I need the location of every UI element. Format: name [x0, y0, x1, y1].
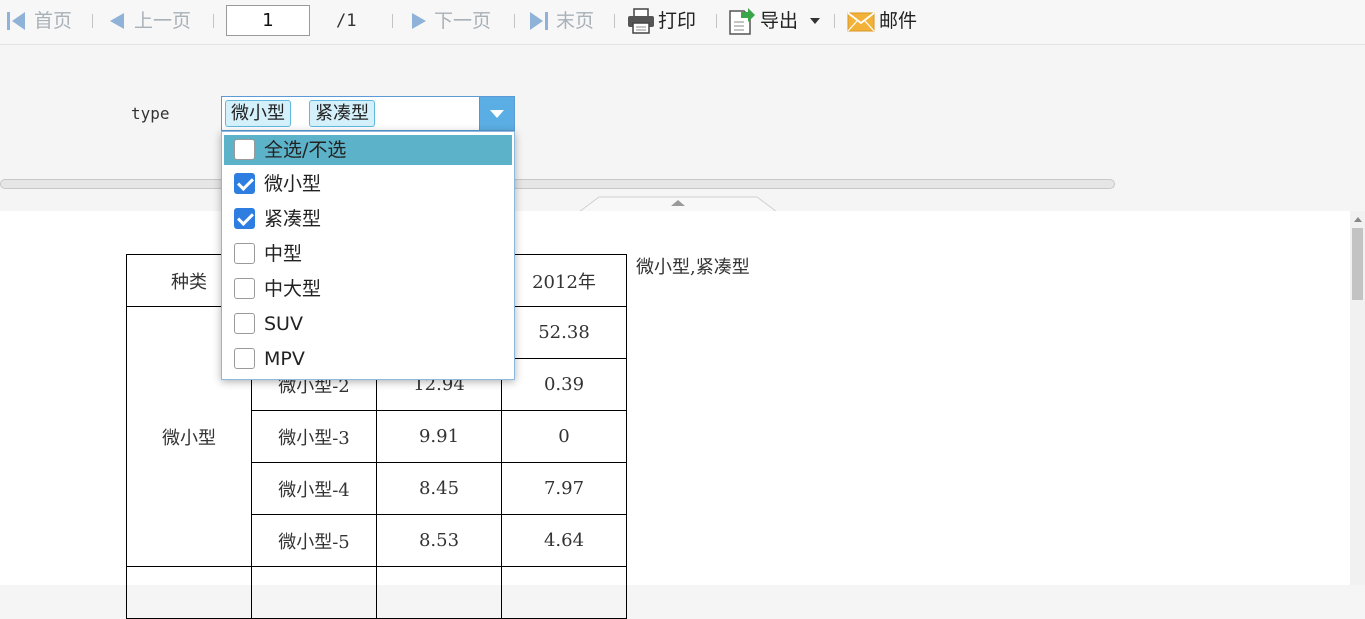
option-item[interactable]: 紧凑型 [224, 204, 512, 234]
prev-page-button[interactable]: 上一页 [108, 0, 204, 42]
table-cell [251, 566, 377, 619]
option-item[interactable]: MPV [224, 344, 512, 374]
table-cell: 52.38 [501, 306, 627, 359]
option-label: 中型 [264, 243, 303, 265]
checkbox[interactable] [234, 243, 255, 264]
last-page-button[interactable]: 末页 [528, 0, 604, 42]
report-toolbar: 首页 上一页 /1 下一页 末页 [0, 0, 1365, 45]
toolbar-separator [213, 14, 214, 28]
option-label: 全选/不选 [264, 139, 347, 161]
table-row [126, 566, 627, 619]
table-header-cell: 2012年 [501, 254, 627, 307]
toolbar-separator [392, 14, 393, 28]
table-cell: 7.97 [501, 462, 627, 515]
checkbox[interactable] [234, 278, 255, 299]
printer-icon [628, 8, 654, 34]
caret-down-icon [810, 18, 820, 24]
first-page-icon [7, 12, 25, 30]
option-label: SUV [264, 313, 303, 335]
toolbar-separator [92, 14, 93, 28]
export-button[interactable]: 导出 [728, 0, 824, 42]
mail-icon [847, 12, 875, 32]
toolbar-separator [834, 14, 835, 28]
table-cell [501, 566, 627, 619]
vertical-scrollbar[interactable] [1350, 211, 1365, 585]
table-cell: 9.91 [376, 410, 502, 463]
option-item[interactable]: 微小型 [224, 169, 512, 199]
email-button[interactable]: 邮件 [847, 0, 927, 42]
table-cell: 8.53 [376, 514, 502, 567]
table-cell: 8.45 [376, 462, 502, 515]
checkbox[interactable] [234, 139, 255, 160]
option-item[interactable]: 中大型 [224, 274, 512, 304]
table-cell: 微小型-5 [251, 514, 377, 567]
prev-page-icon [110, 13, 124, 29]
table-cell: 4.64 [501, 514, 627, 567]
table-cell: 0 [501, 410, 627, 463]
last-page-icon [530, 12, 548, 30]
email-label: 邮件 [879, 10, 918, 32]
scrollbar-thumb[interactable] [1352, 228, 1363, 300]
dropdown-toggle-button[interactable] [479, 97, 514, 130]
toolbar-separator [514, 14, 515, 28]
type-dropdown-list: 全选/不选 微小型 紧凑型 中型 中大型 SUV MPV [221, 131, 515, 380]
prev-page-label: 上一页 [134, 10, 192, 32]
export-icon [729, 8, 755, 35]
selected-values-text: 微小型,紧凑型 [636, 257, 750, 278]
page-number-input[interactable] [226, 5, 310, 36]
report-content: 种类 2012年 微小型 52.38 微小型-2 12.94 0.39 微小型-… [0, 211, 1350, 619]
last-page-label: 末页 [556, 10, 595, 32]
checkbox[interactable] [234, 173, 255, 194]
option-label: 中大型 [264, 278, 322, 300]
checkbox[interactable] [234, 348, 255, 369]
next-page-icon [412, 13, 426, 29]
table-cell [376, 566, 502, 619]
first-page-label: 首页 [34, 10, 73, 32]
toolbar-separator [614, 14, 615, 28]
option-label: MPV [264, 348, 305, 370]
collapse-panel-handle[interactable] [579, 196, 777, 212]
next-page-button[interactable]: 下一页 [410, 0, 502, 42]
table-cell: 微小型-3 [251, 410, 377, 463]
checkbox[interactable] [234, 313, 255, 334]
type-multiselect[interactable]: 微小型 紧凑型 [221, 96, 515, 131]
option-item[interactable]: SUV [224, 309, 512, 339]
type-param-label: type [131, 104, 170, 123]
total-pages: /1 [336, 11, 357, 31]
option-label: 微小型 [264, 173, 322, 195]
print-label: 打印 [658, 10, 697, 32]
table-cell: 微小型-4 [251, 462, 377, 515]
print-button[interactable]: 打印 [627, 0, 707, 42]
toolbar-separator [716, 14, 717, 28]
option-select-all[interactable]: 全选/不选 [224, 135, 512, 165]
option-label: 紧凑型 [264, 208, 322, 230]
next-page-label: 下一页 [434, 10, 492, 32]
export-label: 导出 [760, 10, 799, 32]
option-item[interactable]: 中型 [224, 239, 512, 269]
selected-tag[interactable]: 微小型 [225, 100, 291, 127]
table-cell [126, 566, 252, 619]
checkbox[interactable] [234, 208, 255, 229]
scroll-up-icon[interactable] [1354, 217, 1362, 222]
selected-tag[interactable]: 紧凑型 [309, 100, 375, 127]
horizontal-scrollbar[interactable] [0, 179, 1115, 189]
table-cell: 0.39 [501, 358, 627, 411]
